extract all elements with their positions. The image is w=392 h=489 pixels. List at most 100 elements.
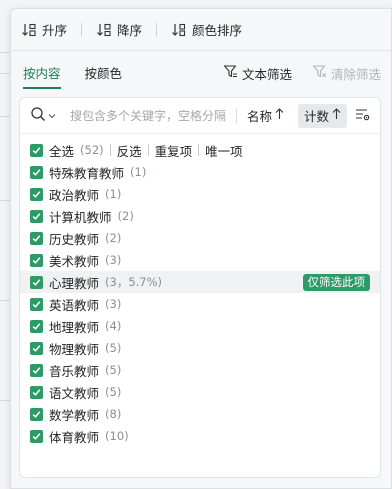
sort-by-count-label: 计数 <box>304 109 330 124</box>
item-label: 数学教师 <box>49 407 100 423</box>
invert-selection-link[interactable]: 反选 <box>117 141 142 160</box>
select-all-row: 全选 (52) 反选 重复项 唯一项 <box>20 139 380 161</box>
value-list-card: 名称 计数 <box>19 97 381 478</box>
search-mode-dropdown[interactable] <box>30 106 56 125</box>
item-label: 音乐教师 <box>49 363 100 379</box>
item-label: 历史教师 <box>49 231 100 247</box>
item-count: (5) <box>105 363 122 377</box>
item-checkbox[interactable] <box>30 297 43 311</box>
divider <box>147 144 149 156</box>
list-settings-icon <box>355 107 370 125</box>
list-item[interactable]: 历史教师 (2) <box>20 227 380 249</box>
select-all-checkbox[interactable] <box>30 143 43 157</box>
tab-by-color[interactable]: 按颜色 <box>85 61 123 89</box>
color-sort-button[interactable]: 颜色排序 <box>171 20 242 39</box>
item-label: 计算机教师 <box>49 209 112 225</box>
sort-descending-icon <box>96 22 112 38</box>
search-icon <box>30 106 46 125</box>
item-checkbox[interactable] <box>30 275 43 289</box>
item-label: 语文教师 <box>49 385 100 401</box>
item-label: 物理教师 <box>49 341 100 357</box>
sort-toolbar: 升序 降序 颜色排序 <box>11 9 391 51</box>
item-count: (2) <box>105 231 122 245</box>
list-item[interactable]: 英语教师 (3) <box>20 293 380 315</box>
item-checkbox[interactable] <box>30 165 43 179</box>
filter-dropdown-panel: 升序 降序 颜色排序 按内容 按颜色 文本筛选 清除筛选 搜包含多个关键字，空格… <box>10 8 392 489</box>
item-label: 英语教师 <box>49 297 100 313</box>
item-label: 政治教师 <box>49 187 100 203</box>
sort-descending-button[interactable]: 降序 <box>96 20 142 39</box>
item-count: (2) <box>117 209 134 223</box>
arrow-up-icon <box>332 108 341 123</box>
duplicates-link[interactable]: 重复项 <box>155 141 193 160</box>
item-label: 特殊教育教师 <box>49 165 125 181</box>
sort-by-name-label: 名称 <box>247 109 273 124</box>
sort-ascending-button[interactable]: 升序 <box>21 20 67 39</box>
divider <box>236 108 237 123</box>
list-item[interactable]: 地理教师 (4) <box>20 315 380 337</box>
clear-filter-label: 清除筛选 <box>330 66 381 82</box>
list-item[interactable]: 特殊教育教师 (1) <box>20 161 380 183</box>
list-item[interactable]: 音乐教师 (5) <box>20 359 380 381</box>
sort-ascending-label: 升序 <box>42 23 68 38</box>
item-count: (3，5.7%) <box>105 275 163 289</box>
list-item-hovered[interactable]: 心理教师 (3，5.7%) 仅筛选此项 <box>20 271 380 293</box>
select-all-label[interactable]: 全选 <box>49 141 74 160</box>
item-label: 心理教师 <box>49 275 100 291</box>
item-count: (1) <box>130 165 147 179</box>
item-checkbox[interactable] <box>30 253 43 267</box>
item-checkbox[interactable] <box>30 407 43 421</box>
item-label: 地理教师 <box>49 319 100 335</box>
value-list: 全选 (52) 反选 重复项 唯一项 特殊教育教师 (1) 政治教师 (1) 计… <box>20 139 380 447</box>
list-item[interactable]: 物理教师 (5) <box>20 337 380 359</box>
item-count: (1) <box>105 187 122 201</box>
clear-filter-button[interactable]: 清除筛选 <box>312 64 381 83</box>
item-checkbox[interactable] <box>30 319 43 333</box>
item-checkbox[interactable] <box>30 429 43 443</box>
text-filter-button[interactable]: 文本筛选 <box>223 64 292 83</box>
item-checkbox[interactable] <box>30 363 43 377</box>
item-checkbox[interactable] <box>30 209 43 223</box>
item-checkbox[interactable] <box>30 385 43 399</box>
divider <box>81 22 83 37</box>
item-checkbox[interactable] <box>30 187 43 201</box>
chevron-down-icon <box>48 109 56 123</box>
item-count: (4) <box>105 319 122 333</box>
divider <box>156 22 158 37</box>
list-item[interactable]: 计算机教师 (2) <box>20 205 380 227</box>
list-item[interactable]: 数学教师 (8) <box>20 403 380 425</box>
list-settings-button[interactable] <box>355 107 370 125</box>
unique-link[interactable]: 唯一项 <box>205 141 243 160</box>
only-filter-this-button[interactable]: 仅筛选此项 <box>302 274 370 291</box>
item-checkbox[interactable] <box>30 231 43 245</box>
search-input[interactable] <box>70 108 230 123</box>
filter-actions: 文本筛选 清除筛选 <box>223 59 381 87</box>
list-item[interactable]: 语文教师 (5) <box>20 381 380 403</box>
sort-by-name-button[interactable]: 名称 <box>241 104 290 128</box>
item-label: 体育教师 <box>49 429 100 445</box>
filter-tabs: 按内容 按颜色 文本筛选 清除筛选 <box>11 59 391 91</box>
item-count: (8) <box>105 407 122 421</box>
item-checkbox[interactable] <box>30 341 43 355</box>
item-count: (3) <box>105 253 122 267</box>
arrow-up-icon <box>275 108 284 123</box>
text-filter-label: 文本筛选 <box>241 66 292 82</box>
sort-by-count-button[interactable]: 计数 <box>298 103 348 128</box>
list-item[interactable]: 美术教师 (3) <box>20 249 380 271</box>
item-count: (5) <box>105 341 122 355</box>
divider <box>198 144 200 156</box>
select-all-count: (52) <box>80 143 104 157</box>
clear-funnel-icon <box>312 64 327 82</box>
search-row: 名称 计数 <box>20 98 380 134</box>
item-label: 美术教师 <box>49 253 100 269</box>
sort-descending-label: 降序 <box>117 23 143 38</box>
sort-ascending-icon <box>21 22 37 38</box>
divider <box>109 144 111 156</box>
tab-by-content[interactable]: 按内容 <box>23 61 61 89</box>
list-item[interactable]: 体育教师 (10) <box>20 425 380 447</box>
item-count: (5) <box>105 385 122 399</box>
funnel-icon <box>223 64 238 82</box>
color-sort-icon <box>171 22 187 38</box>
list-item[interactable]: 政治教师 (1) <box>20 183 380 205</box>
color-sort-label: 颜色排序 <box>192 23 243 38</box>
